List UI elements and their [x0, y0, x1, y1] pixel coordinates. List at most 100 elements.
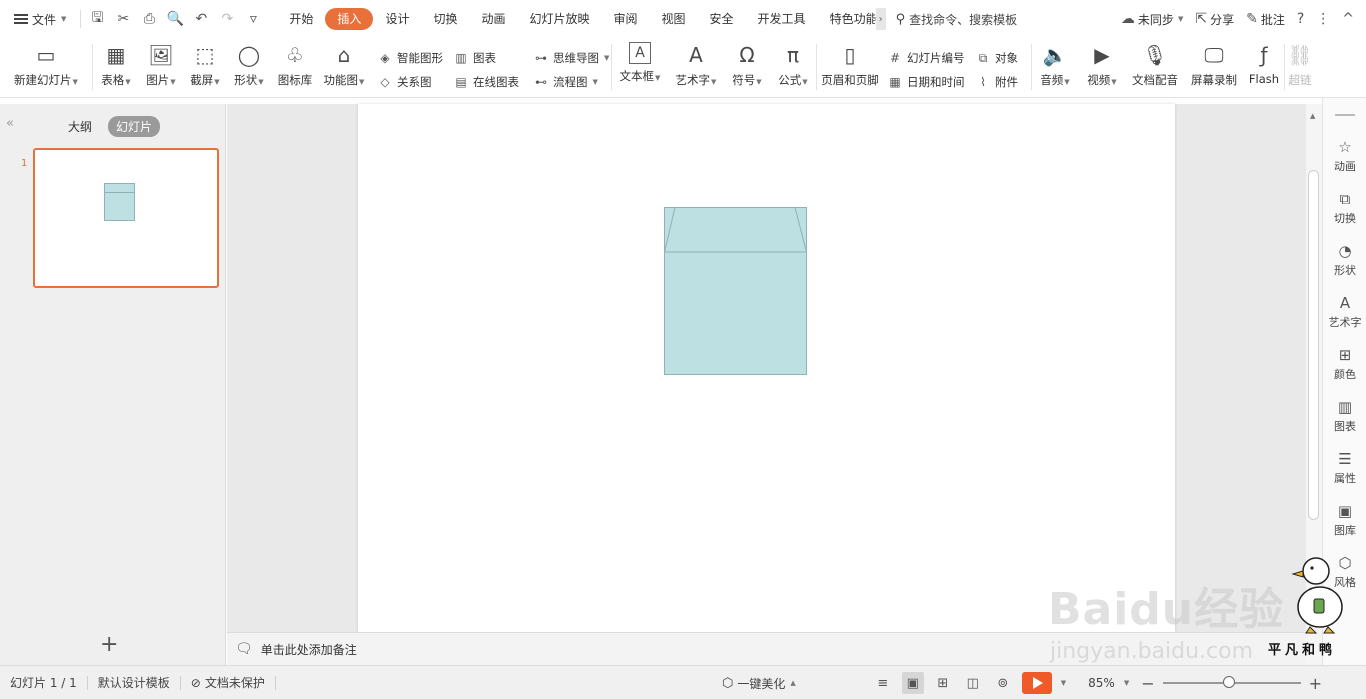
presenter-view-icon[interactable]: ⊚ [992, 672, 1014, 694]
pane-color[interactable]: ⊞ 颜色 [1323, 346, 1366, 382]
date-time-button[interactable]: ▦ 日期和时间 [887, 74, 975, 90]
pane-chart[interactable]: ▥ 图表 [1323, 398, 1366, 434]
mindmap-button[interactable]: ⊶ 思维导图 ▼ [533, 50, 611, 66]
share-button[interactable]: ⇱ 分享 [1195, 11, 1234, 28]
print-preview-icon[interactable]: 🔍 [163, 7, 187, 31]
hyperlink-button[interactable]: ⛓ 超链 [1285, 38, 1315, 96]
format-painter-icon[interactable]: ✂ [111, 7, 135, 31]
document-protection-label: 文档未保护 [204, 676, 265, 690]
video-button[interactable]: ▶ 视频▼ [1078, 38, 1126, 96]
zoom-slider[interactable] [1162, 676, 1301, 688]
zoom-out-icon[interactable]: − [1141, 674, 1154, 693]
box-shape[interactable] [664, 207, 807, 375]
comment-button[interactable]: ✎ 批注 [1246, 11, 1285, 28]
document-protection[interactable]: ⊘ 文档未保护 [181, 674, 275, 691]
function-chart-icon: ⌂ [337, 43, 351, 67]
slide-thumbnail[interactable] [33, 148, 219, 288]
voiceover-button[interactable]: 🎙 文档配音 [1126, 38, 1184, 96]
object-button[interactable]: ⧉ 对象 [975, 50, 1031, 66]
picture-icon: 🖼 [148, 43, 174, 67]
tab-insert[interactable]: 插入 [325, 8, 374, 30]
pane-shape[interactable]: ◔ 形状 [1323, 242, 1366, 278]
help-icon[interactable]: ? [1297, 11, 1304, 27]
pane-animation[interactable]: ☆ 动画 [1323, 138, 1366, 174]
normal-view-icon[interactable]: ▣ [901, 672, 924, 694]
play-slideshow-button[interactable] [1021, 672, 1052, 694]
wordart-button[interactable]: A 艺术字▼ [668, 38, 724, 96]
pane-wordart[interactable]: A 艺术字 [1323, 294, 1366, 330]
tab-outline[interactable]: 大纲 [60, 116, 100, 137]
smart-shape-button[interactable]: ◈ 智能图形 [377, 50, 447, 66]
vertical-scrollbar[interactable]: ▲ [1306, 104, 1322, 665]
redo-icon[interactable]: ↷ [215, 7, 239, 31]
pane-transition[interactable]: ⧉ 切换 [1323, 190, 1366, 226]
attachment-button[interactable]: ⌇ 附件 [975, 74, 1031, 90]
tab-slideshow[interactable]: 幻灯片放映 [517, 8, 601, 30]
notes-toggle-icon[interactable]: ≡ [872, 672, 894, 694]
scrollbar-thumb[interactable] [1308, 170, 1319, 520]
relation-chart-button[interactable]: ◇ 关系图 [377, 74, 447, 90]
icon-library-button[interactable]: ♧ 图标库 [271, 38, 319, 96]
pane-style[interactable]: ⬡ 风格 [1323, 554, 1366, 590]
chevron-down-icon[interactable]: ▼ [1124, 679, 1129, 687]
tab-review[interactable]: 审阅 [602, 8, 650, 30]
reading-view-icon[interactable]: ◫ [962, 672, 984, 694]
slide-number-button[interactable]: # 幻灯片编号 [887, 50, 975, 66]
design-template[interactable]: 默认设计模板 [88, 674, 180, 691]
picture-button[interactable]: 🖼 图片▼ [139, 38, 183, 96]
slide-sorter-icon[interactable]: ⊞ [932, 672, 954, 694]
collapse-panel-icon[interactable]: « [6, 116, 14, 131]
beautify-button[interactable]: ⬡ 一键美化 ▲ [722, 675, 796, 692]
tab-developer[interactable]: 开发工具 [746, 8, 818, 30]
header-footer-button[interactable]: ▯ 页眉和页脚 [817, 38, 883, 96]
wordart-label: 艺术字 [675, 73, 711, 87]
notes-bar[interactable]: 🗨 单击此处添加备注 [227, 632, 1306, 665]
print-icon[interactable]: ⎙ [137, 7, 161, 31]
undo-icon[interactable]: ↶ [189, 7, 213, 31]
transition-icon: ⧉ [1339, 190, 1351, 208]
tab-security[interactable]: 安全 [698, 8, 746, 30]
tab-design[interactable]: 设计 [373, 8, 421, 30]
drag-handle[interactable] [1335, 114, 1355, 116]
tab-view[interactable]: 视图 [650, 8, 698, 30]
audio-button[interactable]: 🔈 音频▼ [1032, 38, 1078, 96]
flash-button[interactable]: ƒ Flash [1244, 38, 1284, 96]
screenshot-button[interactable]: ⬚ 截屏▼ [183, 38, 227, 96]
chevron-down-icon[interactable]: ▼ [1061, 679, 1066, 687]
more-icon[interactable]: ⋮ [1316, 11, 1330, 27]
zoom-level[interactable]: 85% [1088, 676, 1115, 690]
collapse-ribbon-icon[interactable]: ^ [1342, 11, 1354, 27]
textbox-button[interactable]: A 文本框▼ [612, 38, 668, 96]
command-search[interactable]: ⚲ 查找命令、搜索模板 [896, 11, 1018, 28]
customize-toolbar-icon[interactable]: ▿ [241, 7, 265, 31]
slide-canvas[interactable] [358, 104, 1175, 632]
tabs-scroll-right-icon[interactable]: › [875, 8, 886, 30]
chart-button[interactable]: ▥ 图表 [453, 50, 527, 66]
shape-button[interactable]: ◯ 形状▼ [227, 38, 271, 96]
tab-transition[interactable]: 切换 [421, 8, 469, 30]
tab-animation[interactable]: 动画 [469, 8, 517, 30]
zoom-in-icon[interactable]: + [1309, 674, 1322, 693]
pane-gallery[interactable]: ▣ 图库 [1323, 502, 1366, 538]
add-slide-icon[interactable]: + [100, 634, 118, 656]
new-slide-button[interactable]: ▭ 新建幻灯片▼ [0, 38, 92, 96]
function-chart-button[interactable]: ⌂ 功能图▼ [319, 38, 369, 96]
table-button[interactable]: ▦ 表格▼ [93, 38, 139, 96]
flowchart-button[interactable]: ⊷ 流程图 ▼ [533, 74, 611, 90]
save-icon[interactable]: 🖫 [85, 7, 109, 31]
sync-button[interactable]: ☁ 未同步 ▼ [1121, 11, 1183, 28]
grid-icon: ⊞ [1338, 346, 1352, 364]
voiceover-label: 文档配音 [1132, 73, 1178, 87]
zoom-slider-knob[interactable] [1222, 676, 1235, 688]
file-menu[interactable]: 文件 ▼ [0, 0, 76, 38]
tab-home[interactable]: 开始 [277, 8, 325, 30]
screen-record-button[interactable]: 🖵 屏幕录制 [1184, 38, 1244, 96]
tab-features[interactable]: 特色功能 [818, 8, 876, 30]
notes-placeholder: 单击此处添加备注 [260, 642, 357, 657]
symbol-button[interactable]: Ω 符号▼ [724, 38, 770, 96]
formula-button[interactable]: π 公式▼ [770, 38, 816, 96]
tab-slides[interactable]: 幻灯片 [108, 116, 161, 137]
scroll-up-icon[interactable]: ▲ [1310, 112, 1315, 120]
pane-properties[interactable]: ☰ 属性 [1323, 450, 1366, 486]
online-chart-button[interactable]: ▤ 在线图表 [453, 74, 527, 90]
